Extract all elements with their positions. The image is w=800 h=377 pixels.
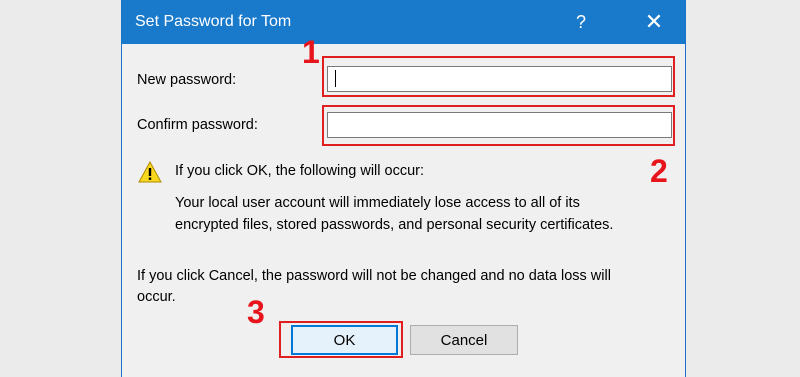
ok-button[interactable]: OK (291, 325, 398, 355)
warning-body-line1: Your local user account will immediately… (175, 195, 580, 211)
warning-heading: If you click OK, the following will occu… (175, 163, 425, 179)
cancel-note-line2: occur. (137, 289, 176, 305)
text-caret (335, 70, 336, 87)
set-password-dialog: Set Password for Tom ? ✕ New password: C… (121, 0, 686, 377)
window-title: Set Password for Tom (135, 13, 292, 30)
close-button[interactable]: ✕ (631, 0, 677, 44)
confirm-password-label: Confirm password: (137, 117, 258, 133)
cancel-button[interactable]: Cancel (410, 325, 518, 355)
new-password-label: New password: (137, 72, 237, 88)
step-1-marker: 1 (302, 34, 320, 70)
step-2-marker: 2 (650, 153, 668, 189)
warning-body-line2: encrypted files, stored passwords, and p… (175, 217, 614, 233)
step-3-marker: 3 (247, 294, 265, 330)
help-button[interactable]: ? (558, 0, 604, 44)
new-password-field[interactable] (327, 66, 672, 92)
title-bar: Set Password for Tom ? ✕ (122, 0, 685, 44)
confirm-password-field[interactable] (327, 112, 672, 138)
warning-icon (138, 161, 162, 183)
cancel-note-line1: If you click Cancel, the password will n… (137, 268, 611, 284)
